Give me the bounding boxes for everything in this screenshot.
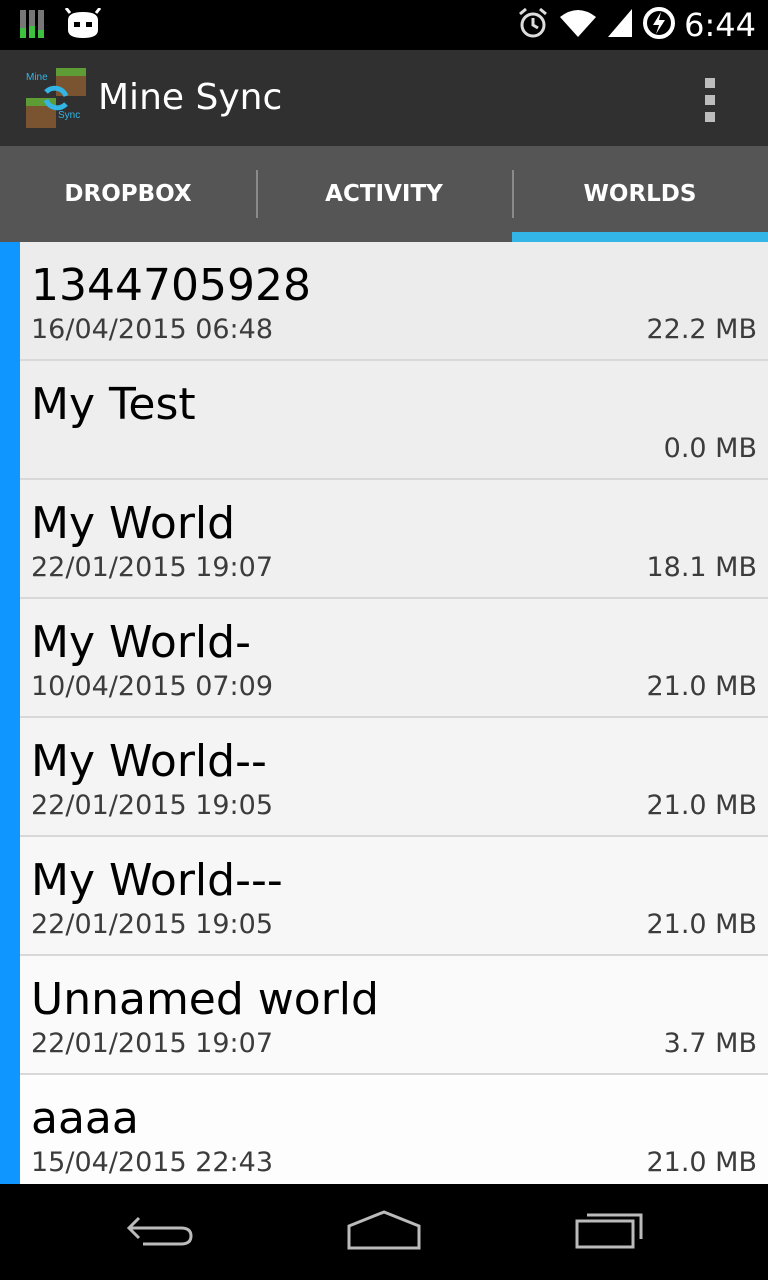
battery-charging-icon (642, 6, 676, 45)
world-date: 22/01/2015 19:05 (31, 909, 274, 940)
svg-text:Sync: Sync (58, 110, 80, 121)
signal-strength-icon (18, 8, 50, 45)
world-date: 22/01/2015 19:07 (31, 552, 274, 583)
tab-worlds[interactable]: WORLDS (512, 146, 768, 242)
world-list-item[interactable]: Unnamed world 22/01/2015 19:07 3.7 MB (0, 956, 768, 1075)
sync-status-stripe (0, 956, 20, 1075)
sync-status-stripe (0, 480, 20, 599)
world-size: 0.0 MB (663, 433, 757, 464)
world-name: My World (31, 498, 236, 549)
clock: 6:44 (684, 6, 756, 44)
world-list-item[interactable]: aaaa 15/04/2015 22:43 21.0 MB (0, 1075, 768, 1184)
tab-activity[interactable]: ACTIVITY (256, 146, 512, 242)
app-title: Mine Sync (98, 77, 283, 118)
world-date: 10/04/2015 07:09 (31, 671, 274, 702)
world-list-item[interactable]: My World--- 22/01/2015 19:05 21.0 MB (0, 837, 768, 956)
world-name: My World--- (31, 855, 283, 906)
sync-status-stripe (0, 837, 20, 956)
sync-status-stripe (0, 361, 20, 480)
world-size: 21.0 MB (646, 1147, 757, 1178)
navigation-bar (0, 1184, 768, 1280)
overflow-menu-button[interactable] (690, 78, 730, 122)
world-name: Unnamed world (31, 974, 379, 1025)
world-date: 15/04/2015 22:43 (31, 1147, 274, 1178)
sync-status-stripe (0, 242, 20, 361)
wifi-icon (558, 7, 598, 44)
overflow-dot-icon (705, 95, 715, 105)
cell-signal-icon (606, 7, 634, 44)
action-bar: Mine Sync Mine Sync (0, 50, 768, 146)
world-date: 22/01/2015 19:05 (31, 790, 274, 821)
sync-status-stripe (0, 599, 20, 718)
sync-status-stripe (0, 718, 20, 837)
world-size: 22.2 MB (646, 314, 757, 345)
status-bar: 6:44 (0, 0, 768, 50)
sync-status-stripe (0, 1075, 20, 1184)
app-logo-icon[interactable]: Mine Sync (24, 66, 88, 130)
overflow-dot-icon (705, 112, 715, 122)
world-name: My World-- (31, 736, 267, 787)
world-list-item[interactable]: My World-- 22/01/2015 19:05 21.0 MB (0, 718, 768, 837)
world-size: 21.0 MB (646, 909, 757, 940)
recents-icon (574, 1209, 646, 1256)
world-size: 18.1 MB (646, 552, 757, 583)
world-list-item[interactable]: My World 22/01/2015 19:07 18.1 MB (0, 480, 768, 599)
world-list-item[interactable]: My World- 10/04/2015 07:09 21.0 MB (0, 599, 768, 718)
tab-dropbox[interactable]: DROPBOX (0, 146, 256, 242)
cyanogen-android-icon (64, 7, 102, 45)
overflow-dot-icon (705, 78, 715, 88)
svg-text:Mine: Mine (26, 72, 48, 83)
world-name: My World- (31, 617, 251, 668)
world-name: My Test (31, 379, 196, 430)
world-date: 16/04/2015 06:48 (31, 314, 274, 345)
back-icon (125, 1210, 195, 1255)
alarm-icon (516, 6, 550, 45)
back-button[interactable] (105, 1204, 215, 1260)
world-size: 21.0 MB (646, 671, 757, 702)
home-icon (346, 1208, 422, 1257)
world-list-item[interactable]: 1344705928 16/04/2015 06:48 22.2 MB (0, 242, 768, 361)
recents-button[interactable] (555, 1204, 665, 1260)
home-button[interactable] (329, 1204, 439, 1260)
world-list[interactable]: 1344705928 16/04/2015 06:48 22.2 MB My T… (0, 242, 768, 1184)
world-date: 22/01/2015 19:07 (31, 1028, 274, 1059)
world-size: 3.7 MB (663, 1028, 757, 1059)
world-name: aaaa (31, 1093, 139, 1144)
world-name: 1344705928 (31, 260, 311, 311)
tab-bar: DROPBOX ACTIVITY WORLDS (0, 146, 768, 242)
world-list-item[interactable]: My Test 0.0 MB (0, 361, 768, 480)
world-size: 21.0 MB (646, 790, 757, 821)
